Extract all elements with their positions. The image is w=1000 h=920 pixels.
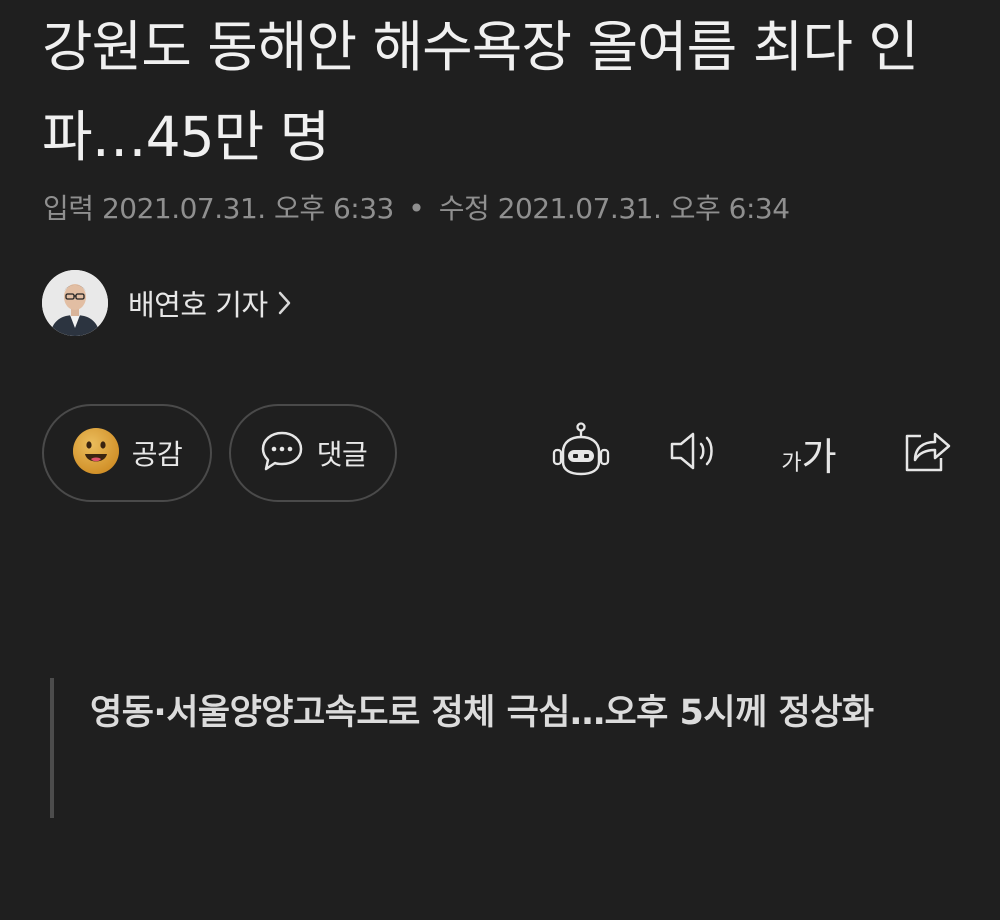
modified-time: 2021.07.31. 오후 6:34	[497, 192, 790, 225]
like-button[interactable]: 공감	[42, 404, 212, 502]
article-timestamps: 입력 2021.07.31. 오후 6:33 • 수정 2021.07.31. …	[43, 190, 790, 228]
author-link[interactable]: 배연호 기자	[42, 270, 292, 336]
font-size-icon: 가가	[781, 426, 836, 481]
speaker-icon	[667, 429, 721, 477]
meta-separator: •	[408, 192, 425, 225]
font-size-big: 가	[801, 434, 837, 479]
author-name: 배연호 기자	[128, 288, 268, 322]
article-subheadline: 영동·서울양양고속도로 정체 극심…오후 5시께 정상화	[90, 693, 874, 733]
like-label: 공감	[131, 438, 183, 471]
author-avatar	[42, 270, 108, 336]
modified-label: 수정	[438, 192, 490, 225]
robot-icon	[550, 422, 612, 484]
text-to-speech-button[interactable]	[664, 418, 724, 488]
font-size-button[interactable]: 가가	[774, 418, 844, 488]
comment-label: 댓글	[316, 438, 368, 471]
share-icon	[899, 426, 953, 480]
chevron-right-icon	[278, 290, 292, 316]
summary-bot-button[interactable]	[548, 418, 614, 488]
font-size-small: 가	[781, 450, 802, 476]
share-button[interactable]	[896, 418, 956, 488]
speech-bubble-icon	[259, 429, 305, 477]
article-headline: 강원도 동해안 해수욕장 올여름 최다 인파…45만 명	[42, 15, 919, 169]
comment-button[interactable]: 댓글	[229, 404, 397, 502]
smiley-emoji-icon	[72, 427, 120, 479]
published-label: 입력	[43, 192, 94, 225]
published-time: 2021.07.31. 오후 6:33	[101, 192, 394, 225]
article-subheadline-block: 영동·서울양양고속도로 정체 극심…오후 5시께 정상화	[50, 678, 930, 818]
